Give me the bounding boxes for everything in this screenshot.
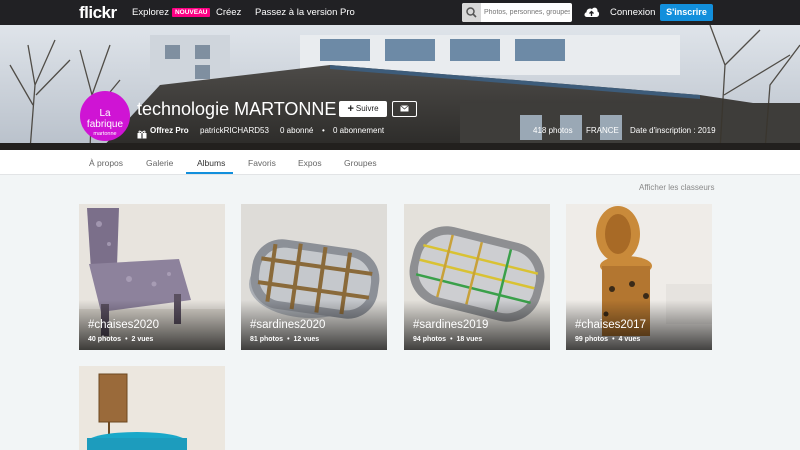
signup-button[interactable]: S'inscrire xyxy=(660,4,713,21)
album-card[interactable]: #sardines2020 81 photos • 12 vues xyxy=(241,204,387,350)
create-menu[interactable]: Créez xyxy=(216,7,241,18)
follow-label: Suivre xyxy=(355,104,379,113)
album-title: #chaises2017 xyxy=(575,319,646,331)
followers-count[interactable]: 0 abonné xyxy=(280,126,313,135)
album-stats: 94 photos • 18 vues xyxy=(413,336,483,343)
album-card[interactable] xyxy=(79,366,225,450)
active-tab-indicator xyxy=(186,172,233,174)
album-title: #sardines2020 xyxy=(250,319,326,331)
album-photo-count: 94 photos xyxy=(413,336,447,343)
tab-favorites[interactable]: Favoris xyxy=(248,158,276,168)
avatar-subtitle: martonne xyxy=(93,131,117,137)
profile-name: technologie MARTONNE xyxy=(137,99,337,119)
following-count[interactable]: 0 abonnement xyxy=(333,126,384,135)
album-stats: 81 photos • 12 vues xyxy=(250,336,320,343)
album-view-count: 18 vues xyxy=(456,336,483,343)
username: patrickRICHARD53 xyxy=(200,126,269,135)
plus-icon: + xyxy=(347,103,354,115)
offer-pro-link[interactable]: Offrez Pro xyxy=(150,126,189,135)
album-photo-count: 99 photos xyxy=(575,336,609,343)
album-photo-count: 40 photos xyxy=(88,336,122,343)
album-stats: 99 photos • 4 vues xyxy=(575,336,641,343)
upgrade-pro-link[interactable]: Passez à la version Pro xyxy=(255,7,355,18)
tab-gallery[interactable]: Galerie xyxy=(146,158,173,168)
album-view-count: 2 vues xyxy=(131,336,154,343)
album-view-count: 4 vues xyxy=(618,336,641,343)
separator-dot: • xyxy=(322,126,325,135)
envelope-icon xyxy=(400,105,409,112)
show-collections-link[interactable]: Afficher les classeurs xyxy=(639,183,714,192)
avatar[interactable]: La fabrique martonne xyxy=(80,91,130,141)
album-photo-count: 81 photos xyxy=(250,336,284,343)
tab-exhibits[interactable]: Expos xyxy=(298,158,322,168)
album-view-count: 12 vues xyxy=(293,336,320,343)
album-card[interactable]: #sardines2019 94 photos • 18 vues xyxy=(404,204,550,350)
photo-count: 418 photos xyxy=(533,126,573,135)
message-button[interactable] xyxy=(392,101,417,117)
album-title: #chaises2020 xyxy=(88,319,159,331)
tab-albums[interactable]: Albums xyxy=(197,158,225,168)
tab-about[interactable]: À propos xyxy=(89,158,123,168)
album-thumbnail xyxy=(79,366,225,450)
login-link[interactable]: Connexion xyxy=(610,7,655,18)
album-card[interactable]: #chaises2020 40 photos • 2 vues xyxy=(79,204,225,350)
join-date: Date d'inscription : 2019 xyxy=(630,126,716,135)
top-navigation-bar: flickr Explorez NOUVEAU Créez Passez à la… xyxy=(0,0,800,25)
tab-groups[interactable]: Groupes xyxy=(344,158,377,168)
explore-menu[interactable]: Explorez NOUVEAU xyxy=(132,7,211,18)
follow-button[interactable]: + Suivre xyxy=(339,101,387,117)
flickr-logo[interactable]: flickr xyxy=(79,3,117,23)
search-box[interactable] xyxy=(462,3,572,22)
upload-cloud-icon[interactable] xyxy=(583,5,600,19)
album-title: #sardines2019 xyxy=(413,319,489,331)
album-stats: 40 photos • 2 vues xyxy=(88,336,154,343)
new-badge: NOUVEAU xyxy=(171,8,211,17)
album-card[interactable]: #chaises2017 99 photos • 4 vues xyxy=(566,204,712,350)
gift-icon xyxy=(137,126,147,139)
profile-tabs: À propos Galerie Albums Favoris Expos Gr… xyxy=(0,150,800,175)
search-icon[interactable] xyxy=(462,3,481,22)
avatar-title: La fabrique xyxy=(86,108,124,130)
search-input[interactable] xyxy=(484,6,570,19)
country: FRANCE xyxy=(586,126,619,135)
explore-label: Explorez xyxy=(132,7,169,18)
